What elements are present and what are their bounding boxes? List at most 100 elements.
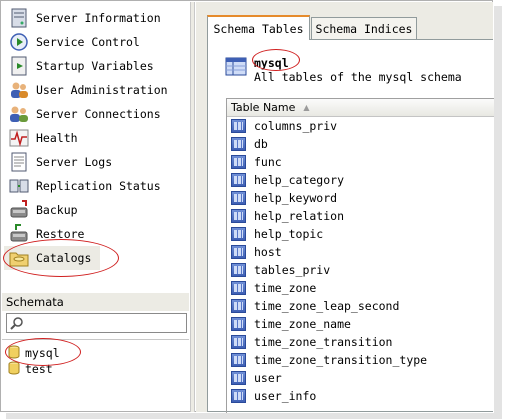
nav-item-user-administration[interactable]: User Administration [4, 78, 187, 102]
table-row[interactable]: time_zone_transition_type [227, 351, 494, 369]
table-row[interactable]: user [227, 369, 494, 387]
table-row[interactable]: help_topic [227, 225, 494, 243]
table-name: db [254, 137, 268, 151]
nav-item-label: Replication Status [36, 179, 161, 193]
table-name: user_info [254, 389, 317, 403]
table-row[interactable]: time_zone [227, 279, 494, 297]
nav-item-startup-variables[interactable]: Startup Variables [4, 54, 187, 78]
health-icon [8, 127, 30, 149]
nav-item-replication-status[interactable]: Replication Status [4, 174, 187, 198]
schema-item-mysql[interactable]: mysql [8, 345, 60, 361]
window-shadow [6, 413, 502, 419]
nav-item-catalogs[interactable]: Catalogs [4, 246, 100, 270]
logs-icon [8, 151, 30, 173]
nav-item-backup[interactable]: Backup [4, 198, 187, 222]
table-row[interactable]: host [227, 243, 494, 261]
table-row[interactable]: func [227, 153, 494, 171]
table-name: time_zone_transition_type [254, 353, 428, 367]
table-icon [231, 209, 246, 223]
table-icon [231, 353, 246, 367]
table-row[interactable]: help_relation [227, 207, 494, 225]
schema-item-test[interactable]: test [8, 361, 53, 377]
nav-item-label: Server Information [36, 11, 161, 25]
table-icon [231, 137, 246, 151]
tab-label: Schema Tables [213, 21, 304, 36]
schema-search-input[interactable] [6, 313, 187, 333]
schema-table-icon [225, 55, 247, 77]
schema-list: mysql test [2, 339, 189, 411]
nav-item-label: Catalogs [36, 251, 92, 265]
table-row[interactable]: help_category [227, 171, 494, 189]
column-header-label: Table Name [231, 101, 296, 114]
server-info-icon [8, 7, 30, 29]
database-icon [8, 361, 20, 378]
schema-description: All tables of the mysql schema [254, 70, 462, 84]
connections-icon [8, 103, 30, 125]
table-icon [231, 245, 246, 259]
pane-splitter[interactable] [190, 2, 195, 412]
replication-icon [8, 175, 30, 197]
table-icon [231, 227, 246, 241]
table-name: user [254, 371, 282, 385]
table-row[interactable]: time_zone_transition [227, 333, 494, 351]
nav-item-label: Backup [36, 203, 78, 217]
column-header-table-name[interactable]: Table Name ▲ [227, 99, 494, 117]
table-name: columns_priv [254, 119, 338, 133]
table-row[interactable]: time_zone_leap_second [227, 297, 494, 315]
table-name: host [254, 245, 282, 259]
search-icon [10, 316, 24, 330]
nav-item-label: Restore [36, 227, 85, 241]
table-name: tables_priv [254, 263, 331, 277]
nav-item-label: Service Control [36, 35, 140, 49]
nav-item-server-logs[interactable]: Server Logs [4, 150, 187, 174]
nav-item-label: User Administration [36, 83, 168, 97]
table-row[interactable]: user_info [227, 387, 494, 405]
table-row[interactable]: help_keyword [227, 189, 494, 207]
table-name: help_topic [254, 227, 324, 241]
table-row[interactable]: db [227, 135, 494, 153]
nav-item-restore[interactable]: Restore [4, 222, 187, 246]
nav-item-label: Health [36, 131, 78, 145]
table-rows: columns_privdb func help_category help_keyw… [227, 117, 494, 405]
nav-item-label: Server Logs [36, 155, 113, 169]
service-control-icon [8, 31, 30, 53]
backup-icon [8, 199, 30, 221]
nav-item-server-information[interactable]: Server Information [4, 6, 187, 30]
table-icon [231, 155, 246, 169]
table-icon [231, 191, 246, 205]
nav-item-label: Startup Variables [36, 59, 154, 73]
table-icon [231, 371, 246, 385]
table-icon [231, 389, 246, 403]
table-row[interactable]: columns_priv [227, 117, 494, 135]
database-icon [8, 345, 20, 362]
nav-item-service-control[interactable]: Service Control [4, 30, 187, 54]
nav-item-server-connections[interactable]: Server Connections [4, 102, 187, 126]
table-name: time_zone [254, 281, 317, 295]
tab-schema-indices[interactable]: Schema Indices [311, 17, 417, 39]
table-name: help_category [254, 173, 345, 187]
table-icon [231, 335, 246, 349]
restore-icon [8, 223, 30, 245]
nav-item-health[interactable]: Health [4, 126, 187, 150]
table-icon [231, 317, 246, 331]
sort-ascending-icon: ▲ [303, 103, 310, 112]
schemata-header: Schemata [2, 293, 189, 311]
schema-title: mysql [254, 56, 289, 70]
catalogs-icon [8, 247, 30, 269]
table-icon [231, 263, 246, 277]
users-icon [8, 79, 30, 101]
tab-schema-tables[interactable]: Schema Tables [207, 15, 310, 40]
table-name: func [254, 155, 282, 169]
window-shadow [494, 6, 502, 418]
tab-label: Schema Indices [315, 21, 413, 36]
tables-grid[interactable]: Table Name ▲ columns_privdb func help_cate… [226, 98, 494, 413]
table-row[interactable]: tables_priv [227, 261, 494, 279]
schema-item-label: mysql [25, 346, 60, 360]
schema-tables-panel: mysql All tables of the mysql schema Tab… [207, 39, 494, 413]
table-name: time_zone_name [254, 317, 351, 331]
nav-item-label: Server Connections [36, 107, 161, 121]
schema-item-label: test [25, 362, 53, 376]
table-icon [231, 299, 246, 313]
table-row[interactable]: time_zone_name [227, 315, 494, 333]
table-name: time_zone_leap_second [254, 299, 400, 313]
